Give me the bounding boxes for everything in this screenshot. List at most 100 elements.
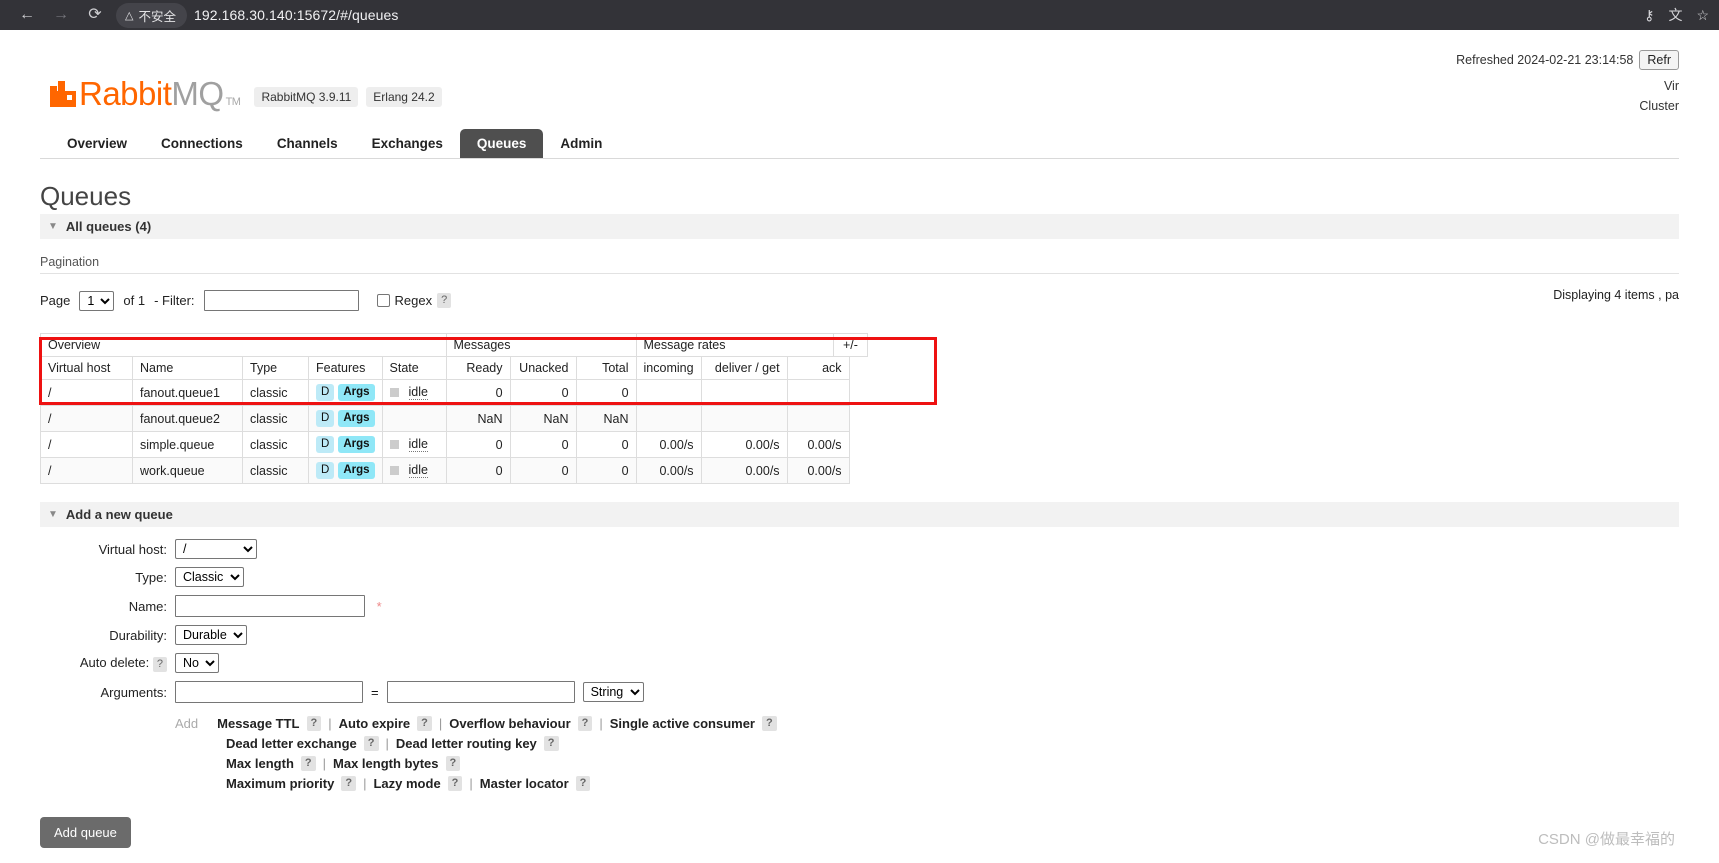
cluster-label: Cluster [1639,99,1679,113]
max-length-help-icon[interactable]: ? [300,756,316,771]
auto-delete-select[interactable]: No [175,653,219,673]
add-queue-section-header[interactable]: ▼ Add a new queue [40,502,1679,527]
column-ready[interactable]: Ready [445,356,511,380]
cell-name[interactable]: fanout.queue2 [132,405,243,432]
message-ttl-help-icon[interactable]: ? [306,716,322,731]
hint-dead-letter-exchange[interactable]: Dead letter exchange [226,736,357,751]
erlang-version-badge: Erlang 24.2 [366,87,442,107]
table-row[interactable]: / simple.queue classic D Args idle 0 0 0… [40,431,850,458]
single-active-consumer-help-icon[interactable]: ? [762,716,777,731]
not-secure-label: 不安全 [138,9,176,24]
logo-primary-text: Rabbit [79,75,172,112]
filter-label: - Filter: [154,293,195,308]
tab-exchanges[interactable]: Exchanges [355,129,460,158]
regex-checkbox[interactable] [376,294,390,307]
column-deliver-get[interactable]: deliver / get [700,356,788,380]
not-secure-badge[interactable]: △ 不安全 [116,2,187,28]
cell-incoming [635,379,702,406]
back-icon[interactable]: ← [10,0,44,30]
dead-letter-exchange-help-icon[interactable]: ? [363,736,379,751]
column-unacked[interactable]: Unacked [509,356,577,380]
hint-overflow-behaviour[interactable]: Overflow behaviour [449,716,570,731]
hint-single-active-consumer[interactable]: Single active consumer [610,716,755,731]
queue-name-input[interactable] [175,595,365,617]
tab-overview[interactable]: Overview [50,129,144,158]
brand-area: Rabbit MQ TM RabbitMQ 3.9.11 Erlang 24.2 [40,48,442,113]
rabbitmq-page: Rabbit MQ TM RabbitMQ 3.9.11 Erlang 24.2… [0,30,1719,863]
virtual-host-select[interactable]: / [175,539,257,559]
argument-type-select[interactable]: String [582,682,644,702]
hint-line-2: Dead letter exchange ? | Dead letter rou… [175,736,777,751]
overflow-behaviour-help-icon[interactable]: ? [577,716,593,731]
hint-max-length[interactable]: Max length [226,756,294,771]
column-incoming[interactable]: incoming [635,356,702,380]
chevron-down-icon[interactable]: ▼ [48,221,58,232]
table-row[interactable]: / fanout.queue2 classic D Args NaN NaN N… [40,405,850,432]
cell-name[interactable]: work.queue [132,457,243,484]
group-header-message-rates: Message rates [635,333,850,357]
hint-max-length-bytes[interactable]: Max length bytes [333,756,438,771]
auto-delete-label-cell: Auto delete: ? [40,649,175,677]
column-type[interactable]: Type [242,356,309,380]
table-row[interactable]: / fanout.queue1 classic D Args idle 0 0 … [40,379,850,406]
column-virtual-host[interactable]: Virtual host [40,356,133,380]
durable-badge: D [316,410,335,427]
tab-queues[interactable]: Queues [459,129,544,158]
cell-ack: 0.00/s [786,457,850,484]
cell-features: D Args [308,431,383,458]
hint-lazy-mode[interactable]: Lazy mode [373,776,440,791]
form-row-virtual-host: Virtual host: / [40,535,777,563]
chevron-down-icon[interactable]: ▼ [48,509,58,520]
bookmark-star-icon[interactable]: ☆ [1696,7,1709,24]
column-features[interactable]: Features [308,356,383,380]
state-indicator-icon [389,388,399,397]
password-key-icon[interactable]: ⚷ [1644,7,1654,24]
max-length-bytes-help-icon[interactable]: ? [445,756,461,771]
tab-connections[interactable]: Connections [144,129,260,158]
regex-help-icon[interactable]: ? [437,293,452,308]
cell-features: D Args [308,405,383,432]
reload-icon[interactable]: ⟳ [78,0,112,30]
maximum-priority-help-icon[interactable]: ? [341,776,357,791]
argument-value-input[interactable] [386,681,575,703]
tab-channels[interactable]: Channels [260,129,355,158]
hint-message-ttl[interactable]: Message TTL [217,716,299,731]
type-select[interactable]: Classic [175,567,244,587]
auto-expire-help-icon[interactable]: ? [417,716,432,731]
column-state[interactable]: State [381,356,447,380]
table-row[interactable]: / work.queue classic D Args idle 0 0 0 0… [40,457,850,484]
hint-master-locator[interactable]: Master locator [480,776,569,791]
toggle-columns-button[interactable]: +/- [833,333,868,357]
page-select[interactable]: 1 [79,290,115,311]
equals-sign: = [371,684,379,700]
master-locator-help-icon[interactable]: ? [575,776,591,791]
dead-letter-routing-key-help-icon[interactable]: ? [543,736,559,751]
address-bar[interactable]: △ 不安全 192.168.30.140:15672/#/queues [116,0,1632,30]
tab-admin[interactable]: Admin [543,129,619,158]
add-argument-link[interactable]: Add [175,716,198,731]
forward-icon[interactable]: → [44,0,78,30]
add-queue-button[interactable]: Add queue [40,817,131,848]
table-group-header-row: Overview Messages Message rates [40,333,850,357]
all-queues-section-header[interactable]: ▼ All queues (4) [40,214,1679,239]
hint-maximum-priority[interactable]: Maximum priority [226,776,334,791]
cell-name[interactable]: fanout.queue1 [132,379,243,406]
auto-delete-help-icon[interactable]: ? [152,656,167,672]
url-text: 192.168.30.140:15672/#/queues [193,7,399,23]
cell-ready: 0 [445,457,511,484]
argument-key-input[interactable] [175,681,363,703]
refresh-button[interactable]: Refr [1639,50,1679,70]
virtual-host-selector-label[interactable]: Vir [1456,79,1679,93]
cell-name[interactable]: simple.queue [132,431,243,458]
cell-ack [786,405,850,432]
column-name[interactable]: Name [132,356,243,380]
hint-dead-letter-routing-key[interactable]: Dead letter routing key [396,736,537,751]
lazy-mode-help-icon[interactable]: ? [447,776,463,791]
hint-auto-expire[interactable]: Auto expire [339,716,411,731]
column-total[interactable]: Total [575,356,637,380]
translate-icon[interactable]: 文 [1668,5,1682,25]
pagination-heading: Pagination [40,255,1679,274]
durability-select[interactable]: Durable [175,625,247,645]
filter-input[interactable] [203,290,359,311]
column-ack[interactable]: ack [786,356,850,380]
